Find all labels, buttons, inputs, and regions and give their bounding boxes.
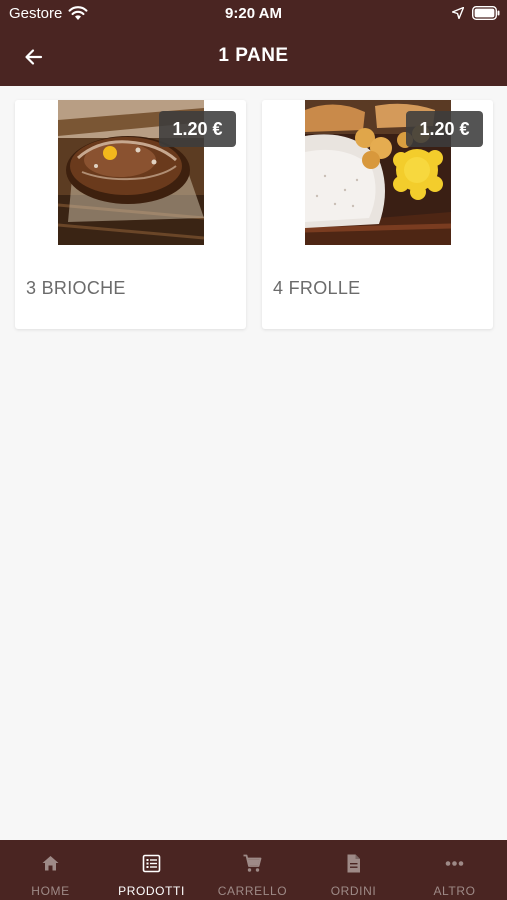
home-icon <box>42 856 59 871</box>
document-icon <box>347 854 360 873</box>
product-grid: 1.20 € 3 BRIOCHE 1.20 € 4 FROLLE <box>0 86 507 840</box>
tab-label: PRODOTTI <box>118 884 185 898</box>
status-bar: Gestore 9:20 AM <box>0 0 507 28</box>
battery-icon <box>472 6 500 20</box>
tab-altro[interactable]: ALTRO <box>404 840 505 900</box>
tab-label: HOME <box>31 884 70 898</box>
tab-label: CARRELLO <box>217 884 288 898</box>
tab-carrello[interactable]: CARRELLO <box>202 840 303 900</box>
list-icon <box>142 854 161 873</box>
page-title: 1 PANE <box>218 45 289 66</box>
tab-label: ALTRO <box>433 884 476 898</box>
product-card-frolle[interactable]: 1.20 € 4 FROLLE <box>262 100 493 329</box>
bottom-tab-bar: HOME PRODOTTI CARRELLO ORDINI ALTRO <box>0 840 507 900</box>
price-badge: 1.20 € <box>406 111 483 147</box>
cart-icon <box>243 854 262 872</box>
tab-ordini[interactable]: ORDINI <box>303 840 404 900</box>
more-icon <box>445 861 464 866</box>
product-card-brioche[interactable]: 1.20 € 3 BRIOCHE <box>15 100 246 329</box>
tab-label: ORDINI <box>330 884 377 898</box>
product-name: 4 FROLLE <box>273 278 361 298</box>
top-app-bar: Gestore 9:20 AM 1 PANE <box>0 0 507 86</box>
price-badge: 1.20 € <box>159 111 236 147</box>
tab-home[interactable]: HOME <box>0 840 101 900</box>
tab-prodotti[interactable]: PRODOTTI <box>101 840 202 900</box>
navigation-bar: 1 PANE <box>0 28 507 86</box>
product-name: 3 BRIOCHE <box>26 278 126 298</box>
location-arrow-icon <box>452 7 464 19</box>
clock: 9:20 AM <box>225 5 282 22</box>
